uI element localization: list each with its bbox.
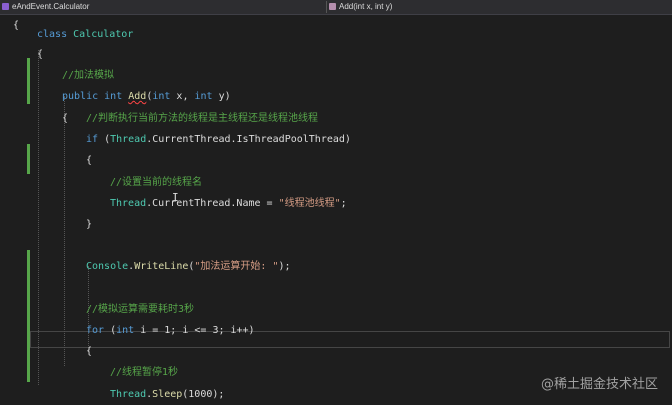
type-dropdown[interactable]: eAndEvent.Calculator	[2, 2, 89, 11]
method-icon	[329, 3, 336, 10]
code-line: {	[37, 49, 44, 60]
watermark: @稀土掘金技术社区	[540, 377, 658, 392]
code-line: //加法模拟	[62, 70, 115, 81]
code-line: {	[62, 113, 69, 124]
class-icon	[2, 3, 9, 10]
navigation-bar: eAndEvent.Calculator Add(int x, int y)	[0, 0, 672, 15]
editor-gutter[interactable]	[0, 15, 26, 400]
member-dropdown-label: Add(int x, int y)	[339, 2, 393, 11]
code-line: class Calculator	[37, 29, 134, 40]
code-line: public int Add(int x, int y)	[62, 91, 231, 102]
code-editor[interactable]: { class Calculator { //加法模拟 public int A…	[13, 15, 672, 400]
text-cursor-ibeam: I	[172, 191, 179, 204]
member-dropdown[interactable]: Add(int x, int y)	[329, 2, 392, 11]
nav-separator	[326, 1, 327, 13]
code-line: {	[13, 20, 20, 31]
type-dropdown-label: eAndEvent.Calculator	[12, 2, 90, 11]
